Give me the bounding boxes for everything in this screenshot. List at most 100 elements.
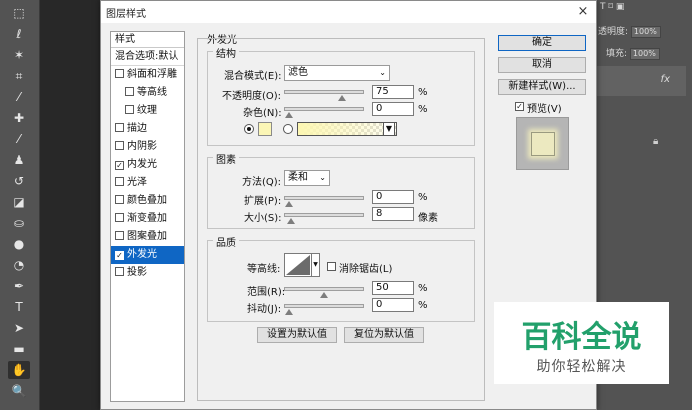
layer-opacity-label: 透明度: bbox=[598, 27, 629, 37]
style-item[interactable]: 光泽 bbox=[111, 174, 184, 192]
hand-icon[interactable]: ✋ bbox=[8, 361, 30, 379]
eyedropper-icon[interactable]: ⁄ bbox=[8, 88, 30, 106]
style-item[interactable]: 图案叠加 bbox=[111, 228, 184, 246]
style-item-label: 内发光 bbox=[127, 159, 157, 170]
style-item[interactable]: 描边 bbox=[111, 120, 184, 138]
anti-alias-checkbox[interactable] bbox=[327, 262, 336, 271]
noise-input[interactable]: 0 bbox=[372, 102, 414, 116]
fill-row: 填充: 100% bbox=[606, 46, 692, 60]
spread-input[interactable]: 0 bbox=[372, 190, 414, 204]
blend-mode-select[interactable]: 滤色 ⌄ bbox=[284, 65, 390, 81]
style-item[interactable]: 内阴影 bbox=[111, 138, 184, 156]
healing-brush-icon[interactable]: ✚ bbox=[8, 109, 30, 127]
new-style-button[interactable]: 新建样式(W)... bbox=[498, 79, 586, 95]
reset-default-button[interactable]: 复位为默认值 bbox=[344, 327, 424, 343]
noise-slider[interactable] bbox=[284, 107, 364, 118]
marquee-icon[interactable]: ⬚ bbox=[8, 4, 30, 22]
contour-dropdown-icon[interactable]: ▼ bbox=[312, 253, 320, 277]
jitter-slider[interactable] bbox=[284, 304, 364, 315]
make-default-button[interactable]: 设置为默认值 bbox=[257, 327, 337, 343]
rectangle-icon[interactable]: ▬ bbox=[8, 340, 30, 358]
style-checkbox[interactable] bbox=[115, 141, 124, 150]
panel-toolbar-icons: T ⌑ ▣ bbox=[600, 2, 625, 12]
style-checkbox[interactable] bbox=[115, 123, 124, 132]
opacity-slider-thumb[interactable] bbox=[338, 95, 346, 101]
style-checkbox[interactable] bbox=[115, 177, 124, 186]
style-item-label: 外发光 bbox=[127, 249, 157, 260]
style-item[interactable]: 等高线 bbox=[111, 84, 184, 102]
fx-icon: fx bbox=[660, 74, 670, 85]
style-checkbox[interactable] bbox=[115, 195, 124, 204]
spread-slider-thumb[interactable] bbox=[285, 201, 293, 207]
glow-gradient-picker[interactable] bbox=[297, 122, 397, 136]
eraser-icon[interactable]: ◪ bbox=[8, 193, 30, 211]
jitter-slider-thumb[interactable] bbox=[285, 309, 293, 315]
size-input[interactable]: 8 bbox=[372, 207, 414, 221]
style-item[interactable]: 颜色叠加 bbox=[111, 192, 184, 210]
style-item[interactable]: 斜面和浮雕 bbox=[111, 66, 184, 84]
style-checkbox[interactable] bbox=[125, 105, 134, 114]
technique-label: 方法(Q): bbox=[242, 177, 282, 188]
layer-fill-input[interactable]: 100% bbox=[629, 47, 660, 60]
style-checkbox[interactable]: ✓ bbox=[115, 161, 124, 170]
style-checkbox[interactable] bbox=[115, 69, 124, 78]
cancel-button[interactable]: 取消 bbox=[498, 57, 586, 73]
gradient-radio[interactable] bbox=[283, 124, 293, 134]
styles-header[interactable]: 样式 bbox=[111, 32, 184, 48]
watermark-subtitle: 助你轻松解决 bbox=[536, 359, 627, 375]
layer-opacity-input[interactable]: 100% bbox=[630, 25, 661, 38]
style-item[interactable]: 投影 bbox=[111, 264, 184, 282]
jitter-input[interactable]: 0 bbox=[372, 298, 414, 312]
style-checkbox[interactable] bbox=[115, 267, 124, 276]
style-item-label: 投影 bbox=[127, 267, 147, 278]
style-item[interactable]: 纹理 bbox=[111, 102, 184, 120]
size-label: 大小(S): bbox=[244, 213, 282, 224]
zoom-icon[interactable]: 🔍 bbox=[8, 382, 30, 400]
dialog-titlebar[interactable]: 图层样式 × bbox=[101, 1, 596, 23]
crop-icon[interactable]: ⌗ bbox=[8, 67, 30, 85]
noise-unit: % bbox=[418, 104, 428, 115]
ok-button[interactable]: 确定 bbox=[498, 35, 586, 51]
gradient-dropdown-icon[interactable]: ▼ bbox=[383, 122, 395, 136]
contour-picker[interactable] bbox=[284, 253, 312, 277]
style-item[interactable]: ✓ 内发光 bbox=[111, 156, 184, 174]
blur-icon[interactable]: ● bbox=[8, 235, 30, 253]
dodge-icon[interactable]: ◔ bbox=[8, 256, 30, 274]
brush-icon[interactable]: ⁄ bbox=[8, 130, 30, 148]
style-checkbox[interactable] bbox=[115, 213, 124, 222]
style-checkbox[interactable]: ✓ bbox=[115, 251, 124, 260]
solid-color-radio[interactable] bbox=[244, 124, 254, 134]
size-unit: 像素 bbox=[418, 213, 438, 224]
opacity-input[interactable]: 75 bbox=[372, 85, 414, 99]
style-item[interactable]: ✓ 外发光 bbox=[111, 246, 184, 264]
style-checkbox[interactable] bbox=[125, 87, 134, 96]
range-slider[interactable] bbox=[284, 287, 364, 298]
path-select-icon[interactable]: ➤ bbox=[8, 319, 30, 337]
spread-slider[interactable] bbox=[284, 196, 364, 207]
style-item-label: 斜面和浮雕 bbox=[127, 69, 177, 80]
tool-panel: ⬚ ℓ ✶ ⌗ ⁄ ✚ ⁄ ♟ ↺ ◪ ⛀ ● ◔ ✒ T ➤ ▬ ✋ 🔍 bbox=[0, 0, 40, 410]
style-checkbox[interactable] bbox=[115, 231, 124, 240]
size-slider-thumb[interactable] bbox=[287, 218, 295, 224]
selected-layer-row[interactable]: fx bbox=[596, 66, 686, 96]
pen-icon[interactable]: ✒ bbox=[8, 277, 30, 295]
range-slider-thumb[interactable] bbox=[320, 292, 328, 298]
range-input[interactable]: 50 bbox=[372, 281, 414, 295]
magic-wand-icon[interactable]: ✶ bbox=[8, 46, 30, 64]
glow-color-swatch[interactable] bbox=[258, 122, 272, 136]
technique-select[interactable]: 柔和 ⌄ bbox=[284, 170, 330, 186]
blending-options-item[interactable]: 混合选项:默认 bbox=[111, 48, 184, 66]
preview-checkbox[interactable]: ✓ bbox=[515, 102, 524, 111]
lasso-icon[interactable]: ℓ bbox=[8, 25, 30, 43]
style-item[interactable]: 渐变叠加 bbox=[111, 210, 184, 228]
close-icon[interactable]: × bbox=[570, 1, 596, 23]
opacity-slider[interactable] bbox=[284, 90, 364, 101]
stamp-icon[interactable]: ♟ bbox=[8, 151, 30, 169]
style-item-label: 颜色叠加 bbox=[127, 195, 167, 206]
history-brush-icon[interactable]: ↺ bbox=[8, 172, 30, 190]
structure-label: 结构 bbox=[213, 45, 239, 60]
bucket-icon[interactable]: ⛀ bbox=[8, 214, 30, 232]
size-slider[interactable] bbox=[284, 213, 364, 224]
type-icon[interactable]: T bbox=[8, 298, 30, 316]
noise-slider-thumb[interactable] bbox=[285, 112, 293, 118]
